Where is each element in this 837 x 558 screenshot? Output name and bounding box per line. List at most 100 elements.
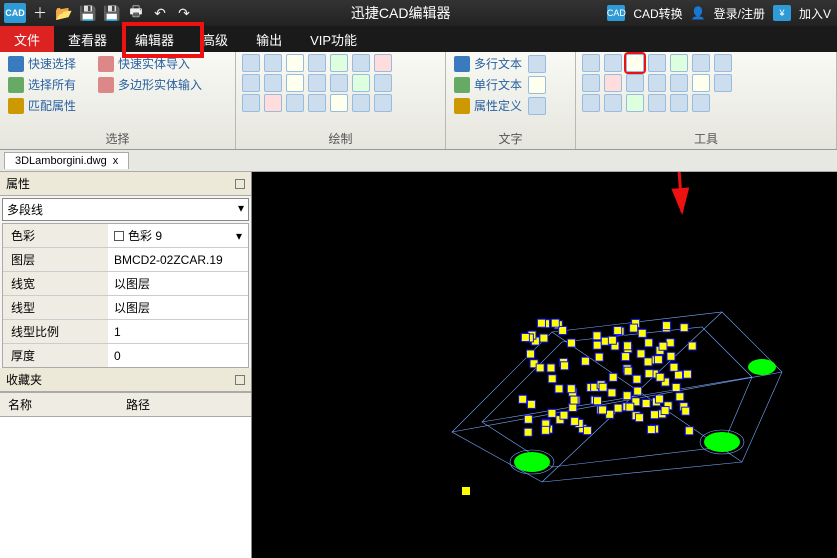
draw-tool-icon[interactable] [308, 54, 326, 72]
select-all-label: 选择所有 [28, 76, 76, 93]
tab-editor[interactable]: 编辑器 [121, 26, 188, 52]
tool-icon[interactable] [582, 54, 600, 72]
prop-value[interactable]: 以图层 [108, 272, 248, 295]
quick-select-button[interactable]: 快速选择 [6, 54, 78, 73]
object-type-combo[interactable]: 多段线 ▾ [2, 198, 249, 221]
draw-tool-icon[interactable] [242, 74, 260, 92]
draw-tool-icon[interactable] [352, 94, 370, 112]
quick-entity-import-button[interactable]: 快速实体导入 [96, 54, 192, 73]
prop-value[interactable]: 1 [108, 320, 248, 343]
table-row: 厚度0 [3, 344, 248, 367]
tool-icon[interactable] [626, 74, 644, 92]
join-vip-link[interactable]: 加入V [799, 5, 831, 22]
text-tool-icon[interactable] [528, 97, 546, 115]
app-logo[interactable]: CAD [4, 3, 26, 23]
workspace: 属性 多段线 ▾ 色彩色彩 9▾ 图层BMCD2-02ZCAR.19 线宽以图层… [0, 172, 837, 558]
properties-panel: 属性 多段线 ▾ 色彩色彩 9▾ 图层BMCD2-02ZCAR.19 线宽以图层… [0, 172, 252, 558]
draw-tool-icon[interactable] [374, 94, 392, 112]
attribute-definition-button[interactable]: 属性定义 [452, 96, 524, 115]
favorites-panel: 名称 路径 [0, 392, 251, 558]
prop-value[interactable]: 0 [108, 344, 248, 367]
tool-icon[interactable] [648, 94, 666, 112]
file-tab[interactable]: 3DLamborgini.dwg x [4, 152, 129, 169]
match-properties-button[interactable]: 匹配属性 [6, 96, 78, 115]
pin-icon[interactable] [235, 179, 245, 189]
tab-vip[interactable]: VIP功能 [296, 26, 371, 52]
prop-key: 线宽 [3, 272, 108, 295]
single-line-text-button[interactable]: 单行文本 [452, 75, 524, 94]
prop-key: 厚度 [3, 344, 108, 367]
tool-icon[interactable] [582, 74, 600, 92]
draw-tool-icon[interactable] [374, 74, 392, 92]
draw-tool-icon[interactable] [242, 94, 260, 112]
draw-tool-icon[interactable] [286, 74, 304, 92]
text-tool-icon[interactable] [528, 55, 546, 73]
favorites-columns: 名称 路径 [0, 392, 251, 417]
tab-output[interactable]: 输出 [242, 26, 296, 52]
tool-icon[interactable] [604, 94, 622, 112]
tool-icon[interactable] [604, 74, 622, 92]
tool-icon[interactable] [692, 74, 710, 92]
draw-tool-icon[interactable] [264, 94, 282, 112]
draw-tool-icon[interactable] [352, 54, 370, 72]
login-link[interactable]: 登录/注册 [714, 5, 765, 22]
draw-tool-icon[interactable] [330, 74, 348, 92]
draw-tool-icon[interactable] [374, 54, 392, 72]
draw-tool-icon[interactable] [264, 74, 282, 92]
save-icon[interactable]: 💾 [78, 3, 98, 23]
draw-tool-icon[interactable] [352, 74, 370, 92]
title-bar: CAD ＋ 📂 💾 💾 🖶 ↶ ↷ 迅捷CAD编辑器 CAD CAD转换 👤 登… [0, 0, 837, 26]
draw-tool-icon[interactable] [330, 94, 348, 112]
object-type-value: 多段线 [7, 201, 43, 218]
tool-icon[interactable] [670, 54, 688, 72]
draw-tool-icon[interactable] [330, 54, 348, 72]
draw-tool-icon[interactable] [308, 74, 326, 92]
tab-viewer[interactable]: 查看器 [54, 26, 121, 52]
draw-tool-icon[interactable] [286, 94, 304, 112]
tool-icon[interactable] [692, 54, 710, 72]
single-line-text-label: 单行文本 [474, 76, 522, 93]
tool-icon[interactable] [648, 54, 666, 72]
multiline-text-label: 多行文本 [474, 55, 522, 72]
prop-value[interactable]: 以图层 [108, 296, 248, 319]
tool-icon[interactable] [670, 74, 688, 92]
new-icon[interactable]: ＋ [30, 3, 50, 23]
select-all-button[interactable]: 选择所有 [6, 75, 78, 94]
tab-file[interactable]: 文件 [0, 26, 54, 52]
tool-icon[interactable] [648, 74, 666, 92]
close-icon[interactable]: x [113, 155, 119, 167]
saveas-icon[interactable]: 💾 [102, 3, 122, 23]
open-icon[interactable]: 📂 [54, 3, 74, 23]
favorites-body[interactable] [0, 417, 251, 558]
print-icon[interactable]: 🖶 [126, 3, 146, 23]
redo-icon[interactable]: ↷ [174, 3, 194, 23]
prop-value[interactable]: 色彩 9▾ [108, 224, 248, 247]
draw-tool-icon[interactable] [242, 54, 260, 72]
tool-icon[interactable] [582, 94, 600, 112]
polygon-entity-label: 多边形实体输入 [118, 76, 202, 93]
tool-icon[interactable] [670, 94, 688, 112]
tool-icon[interactable] [604, 54, 622, 72]
tool-icon[interactable] [714, 54, 732, 72]
col-name[interactable]: 名称 [0, 393, 118, 416]
tool-icon[interactable] [692, 94, 710, 112]
draw-tool-icon[interactable] [264, 54, 282, 72]
pin-icon[interactable] [235, 375, 245, 385]
prop-value[interactable]: BMCD2-02ZCAR.19 [108, 248, 248, 271]
tool-icon[interactable] [626, 94, 644, 112]
cad-convert-link[interactable]: CAD转换 [633, 5, 682, 22]
panel-title: 属性 [6, 175, 30, 192]
draw-tool-icon[interactable] [286, 54, 304, 72]
tool-icon[interactable] [714, 74, 732, 92]
mirror-tool-icon[interactable] [626, 54, 644, 72]
undo-icon[interactable]: ↶ [150, 3, 170, 23]
polygon-entity-input-button[interactable]: 多边形实体输入 [96, 75, 204, 94]
tab-advanced[interactable]: 高级 [188, 26, 242, 52]
col-path[interactable]: 路径 [118, 393, 158, 416]
text-tool-icon[interactable] [528, 76, 546, 94]
draw-tool-icon[interactable] [308, 94, 326, 112]
color-swatch-icon [114, 231, 124, 241]
table-row: 线型以图层 [3, 296, 248, 320]
multiline-text-button[interactable]: 多行文本 [452, 54, 524, 73]
drawing-canvas[interactable]: 镜像 [252, 172, 837, 558]
